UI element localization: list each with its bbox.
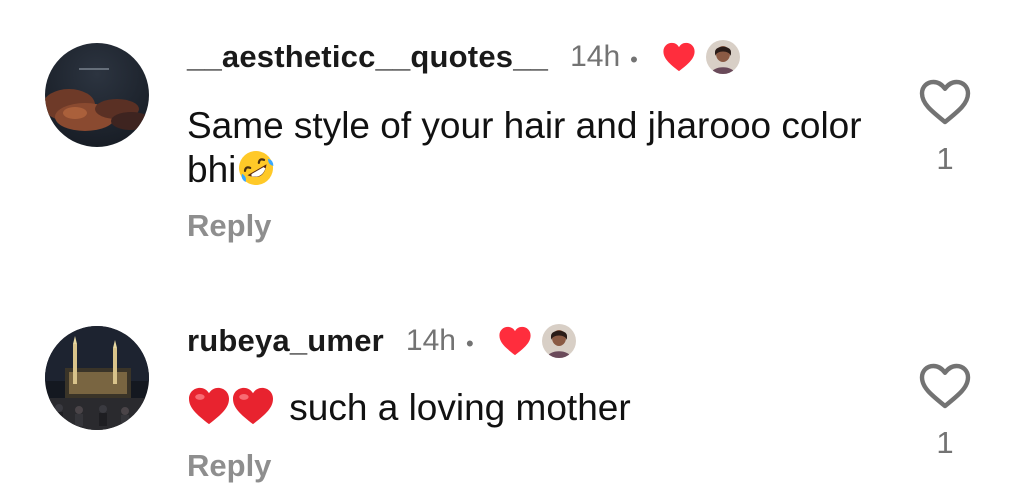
- like-count: 1: [936, 425, 954, 460]
- creator-avatar: [541, 324, 576, 358]
- heart-filled-icon: [662, 41, 696, 73]
- username[interactable]: __aestheticc__quotes__: [187, 39, 548, 75]
- avatar[interactable]: [45, 326, 149, 430]
- separator-dot: •: [465, 331, 474, 356]
- comment-body: such a loving mother: [289, 387, 631, 428]
- timestamp: 14h: [570, 40, 621, 73]
- red-heart-emoji-icon: [187, 386, 231, 436]
- red-heart-emoji-icon: [231, 386, 275, 436]
- heart-outline-icon: [919, 363, 971, 413]
- comment-text: such a loving mother: [187, 386, 887, 436]
- comment-item: __aestheticc__quotes__ 14h • Same style …: [0, 0, 1024, 260]
- heart-filled-icon: [498, 325, 532, 357]
- rolling-on-floor-laughing-icon: [236, 148, 276, 198]
- reply-button[interactable]: Reply: [187, 448, 271, 484]
- comment-meta: rubeya_umer 14h •: [187, 321, 576, 361]
- timestamp: 14h: [405, 324, 456, 357]
- creator-avatar: [705, 40, 740, 74]
- like-count: 1: [936, 141, 954, 176]
- comment-text: Same style of your hair and jharooo colo…: [187, 104, 887, 198]
- username[interactable]: rubeya_umer: [187, 323, 384, 359]
- comment-body: Same style of your hair and jharooo colo…: [187, 105, 862, 190]
- comment-meta: __aestheticc__quotes__ 14h •: [187, 37, 740, 77]
- like-button[interactable]: [919, 363, 971, 409]
- comment-item: rubeya_umer 14h • such a loving mother R…: [0, 260, 1024, 489]
- avatar[interactable]: [45, 43, 149, 147]
- heart-outline-icon: [919, 79, 971, 129]
- reply-button[interactable]: Reply: [187, 208, 271, 244]
- separator-dot: •: [630, 47, 638, 72]
- like-button[interactable]: [919, 79, 971, 125]
